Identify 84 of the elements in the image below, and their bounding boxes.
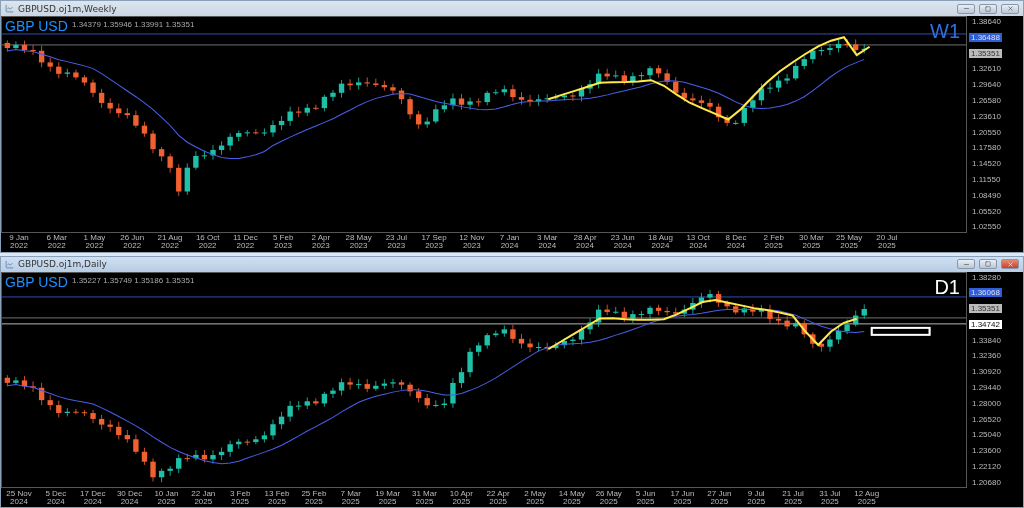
symbol-label: GBP USD (5, 273, 68, 290)
price-label: 1.22120 (971, 462, 1001, 472)
price-label: 1.32360 (971, 351, 1001, 361)
price-label: 1.33840 (971, 335, 1001, 345)
date-label: 22 Apr 2025 (485, 489, 511, 506)
date-label: 10 Apr 2025 (448, 489, 474, 506)
price-label: 1.14520 (971, 159, 1001, 169)
date-label: 2 May 2025 (523, 489, 547, 506)
date-label: 25 Nov 2024 (5, 489, 33, 506)
price-marker: 1.35351 (969, 48, 1002, 58)
price-label: 1.26520 (971, 414, 1001, 424)
price-marker: 1.36068 (969, 288, 1002, 298)
date-label: 11 Dec 2022 (232, 234, 259, 250)
window-title: GBPUSD.oj1m,Weekly (18, 3, 118, 14)
date-label: 13 Feb 2025 (263, 489, 291, 506)
date-label: 17 Dec 2024 (79, 489, 107, 506)
date-label: 19 Mar 2025 (374, 489, 402, 506)
date-label: 27 Jun 2025 (706, 489, 733, 506)
date-label: 3 Mar 2024 (536, 234, 559, 250)
date-label: 7 Jan 2024 (498, 234, 521, 250)
date-label: 7 Mar 2025 (339, 489, 362, 506)
price-label: 1.02550 (971, 222, 1001, 232)
price-label: 1.26580 (971, 96, 1001, 105)
window-title: GBPUSD.oj1m,Daily (18, 259, 108, 269)
price-label: 1.17580 (971, 143, 1001, 153)
date-label: 17 Jun 2025 (669, 489, 696, 506)
price-marker: 1.36488 (969, 32, 1002, 42)
date-label: 28 Apr 2024 (572, 234, 598, 250)
date-label: 5 Dec 2024 (44, 489, 68, 506)
date-label: 1 May 2022 (82, 234, 107, 250)
date-label: 9 Jul 2025 (746, 489, 767, 506)
date-label: 26 May 2025 (594, 489, 623, 506)
date-label: 25 May 2025 (835, 234, 864, 250)
date-label: 6 Mar 2022 (45, 234, 68, 250)
date-label: 3 Feb 2025 (228, 489, 252, 506)
date-label: 10 Jan 2025 (153, 489, 180, 506)
date-label: 30 Dec 2024 (115, 489, 144, 506)
date-label: 18 Aug 2024 (647, 234, 674, 250)
date-label: 16 Oct 2022 (194, 234, 221, 250)
date-label: 13 Oct 2024 (685, 234, 711, 250)
date-label: 23 Jul 2023 (384, 234, 408, 250)
date-label: 31 Mar 2025 (411, 489, 438, 506)
price-label: 1.23600 (971, 446, 1001, 456)
date-label: 31 Jul 2025 (818, 489, 842, 506)
date-label: 12 Aug 2025 (853, 489, 881, 506)
ohlc-info: 1.34379 1.35946 1.33991 1.35351 (72, 20, 195, 29)
date-label: 21 Jul 2025 (781, 489, 805, 506)
ohlc-info: 1.35227 1.35749 1.35186 1.35351 (72, 275, 195, 285)
price-marker: 1.34742 (969, 319, 1002, 329)
timeframe-label: W1 (930, 20, 960, 43)
date-label: 2 Apr 2023 (310, 234, 332, 250)
date-label: 28 May 2023 (344, 234, 373, 250)
date-label: 26 Jun 2022 (119, 234, 146, 250)
price-label: 1.29640 (971, 80, 1001, 90)
price-label: 1.25040 (971, 430, 1001, 440)
date-label: 23 Jun 2024 (609, 234, 636, 250)
date-label: 8 Dec 2024 (724, 234, 748, 250)
price-label: 1.11550 (971, 174, 1001, 184)
date-label: 14 May 2025 (557, 489, 586, 506)
price-label: 1.30920 (971, 367, 1001, 377)
date-label: 2 Feb 2025 (762, 234, 785, 250)
price-label: 1.23610 (971, 111, 1001, 121)
date-label: 20 Jul 2025 (875, 234, 899, 250)
symbol-label: GBP USD (5, 18, 68, 34)
date-label: 22 Jan 2025 (190, 489, 217, 506)
price-marker: 1.35351 (969, 304, 1002, 314)
date-label: 5 Jun 2025 (634, 489, 657, 506)
date-label: 17 Sep 2023 (420, 234, 448, 250)
price-label: 1.38280 (971, 272, 1001, 282)
price-label: 1.05520 (971, 206, 1001, 216)
date-label: 25 Feb 2025 (300, 489, 328, 506)
date-label: 30 Mar 2025 (797, 234, 825, 250)
date-label: 9 Jan 2022 (8, 234, 30, 250)
price-label: 1.32610 (971, 64, 1001, 74)
price-label: 1.20680 (971, 477, 1001, 487)
timeframe-label: D1 (934, 275, 960, 299)
date-label: 21 Aug 2022 (156, 234, 184, 250)
date-label: 12 Nov 2023 (458, 234, 486, 250)
price-label: 1.29440 (971, 383, 1001, 393)
price-label: 1.38640 (971, 17, 1001, 26)
price-label: 1.08490 (971, 190, 1001, 200)
date-label: 5 Feb 2023 (271, 234, 295, 250)
price-label: 1.20550 (971, 127, 1001, 137)
price-label: 1.28000 (971, 398, 1001, 408)
